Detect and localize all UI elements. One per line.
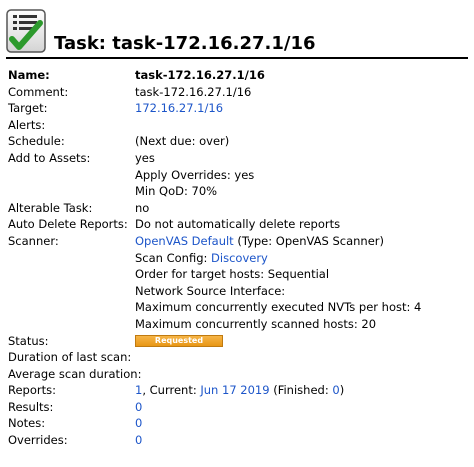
scanner-type: (Type: OpenVAS Scanner) <box>233 233 384 248</box>
detail-row-schedule: Schedule: (Next due: over) <box>8 133 468 150</box>
task-details: Name: task-172.16.27.1/16 Comment: task-… <box>8 67 468 449</box>
alterable-task-value: no <box>135 200 150 215</box>
scanner-link[interactable]: OpenVAS Default <box>135 234 234 248</box>
detail-row-scanner: Scanner: OpenVAS Default (Type: OpenVAS … <box>8 233 468 250</box>
reports-finished-link[interactable]: 0 <box>332 383 339 397</box>
scan-config-link[interactable]: Discovery <box>211 251 268 265</box>
auto-delete-value: Do not automatically delete reports <box>135 217 341 232</box>
detail-row-name: Name: task-172.16.27.1/16 <box>8 67 468 84</box>
detail-row-alerts: Alerts: <box>8 117 468 134</box>
comment-label: Comment: <box>8 84 69 99</box>
detail-row-max-nvts: Maximum concurrently executed NVTs per h… <box>8 299 468 316</box>
detail-row-network-source: Network Source Interface: <box>8 283 468 300</box>
duration-last-value <box>135 349 468 366</box>
detail-row-max-hosts: Maximum concurrently scanned hosts: 20 <box>8 316 468 333</box>
detail-row-order: Order for target hosts: Sequential <box>8 266 468 283</box>
status-label: Status: <box>8 333 49 348</box>
detail-row-overrides: Overrides: 0 <box>8 432 468 449</box>
overrides-link[interactable]: 0 <box>135 433 142 447</box>
status-badge: Requested <box>135 334 223 347</box>
reports-label: Reports: <box>8 383 56 398</box>
target-label: Target: <box>8 101 48 116</box>
notes-link[interactable]: 0 <box>135 416 142 430</box>
task-checklist-icon <box>6 9 46 53</box>
target-link[interactable]: 172.16.27.1/16 <box>135 101 223 115</box>
detail-row-results: Results: 0 <box>8 399 468 416</box>
reports-current-prefix: , Current: <box>142 383 201 398</box>
max-hosts-value: Maximum concurrently scanned hosts: 20 <box>135 316 377 331</box>
detail-row-scan-config: Scan Config: Discovery <box>8 250 468 267</box>
detail-row-add-to-assets: Add to Assets: yes <box>8 150 468 167</box>
detail-row-comment: Comment: task-172.16.27.1/16 <box>8 84 468 101</box>
detail-row-alterable-task: Alterable Task: no <box>8 200 468 217</box>
detail-row-average-duration: Average scan duration: <box>8 366 468 383</box>
network-source-value: Network Source Interface: <box>135 283 286 298</box>
notes-label: Notes: <box>8 416 46 431</box>
alerts-value <box>135 117 468 134</box>
name-label: Name: <box>8 68 50 82</box>
detail-row-duration-last: Duration of last scan: <box>8 349 468 366</box>
add-to-assets-label: Add to Assets: <box>8 150 91 165</box>
comment-value: task-172.16.27.1/16 <box>135 84 252 99</box>
min-qod-value: Min QoD: 70% <box>135 184 218 199</box>
reports-finished-suffix: ) <box>339 383 345 398</box>
overrides-label: Overrides: <box>8 433 68 448</box>
title-divider <box>6 57 468 59</box>
reports-current-link[interactable]: Jun 17 2019 <box>200 383 269 397</box>
alterable-task-label: Alterable Task: <box>8 200 93 215</box>
apply-overrides-value: Apply Overrides: yes <box>135 167 255 182</box>
max-nvts-value: Maximum concurrently executed NVTs per h… <box>135 300 422 315</box>
scanner-label: Scanner: <box>8 233 59 248</box>
results-link[interactable]: 0 <box>135 400 142 414</box>
detail-row-notes: Notes: 0 <box>8 415 468 432</box>
schedule-value: (Next due: over) <box>135 134 230 149</box>
schedule-label: Schedule: <box>8 134 65 149</box>
add-to-assets-value: yes <box>135 150 155 165</box>
detail-row-status: Status: Requested <box>8 333 468 350</box>
duration-last-label: Duration of last scan: <box>8 350 132 365</box>
alerts-label: Alerts: <box>8 117 46 132</box>
detail-row-target: Target: 172.16.27.1/16 <box>8 100 468 117</box>
reports-finished-prefix: (Finished: <box>269 383 333 398</box>
detail-row-reports: Reports: 1, Current: Jun 17 2019 (Finish… <box>8 382 468 399</box>
scan-config-prefix: Scan Config: <box>135 250 212 265</box>
average-duration-value <box>135 366 468 383</box>
detail-row-apply-overrides: Apply Overrides: yes <box>8 167 468 184</box>
name-value: task-172.16.27.1/16 <box>135 68 265 82</box>
auto-delete-label: Auto Delete Reports: <box>8 217 128 232</box>
average-duration-label: Average scan duration: <box>8 366 142 381</box>
detail-row-auto-delete: Auto Delete Reports: Do not automaticall… <box>8 216 468 233</box>
page-title: Task: task-172.16.27.1/16 <box>54 33 316 54</box>
detail-row-min-qod: Min QoD: 70% <box>8 183 468 200</box>
order-value: Order for target hosts: Sequential <box>135 267 330 282</box>
page-header: Task: task-172.16.27.1/16 <box>0 0 474 58</box>
results-label: Results: <box>8 399 54 414</box>
